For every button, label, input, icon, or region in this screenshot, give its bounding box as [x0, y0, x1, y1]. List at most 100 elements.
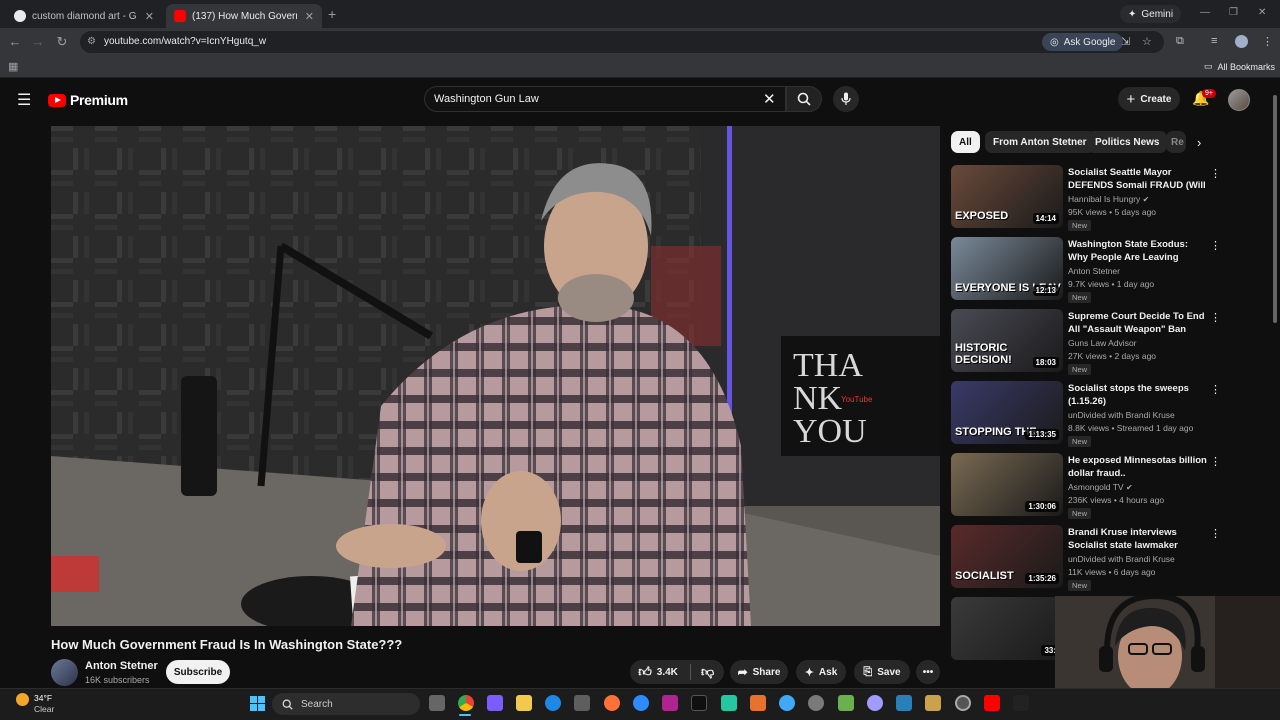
task-view-icon[interactable]: [429, 695, 445, 711]
bookmark-star-icon[interactable]: ☆: [1142, 35, 1152, 48]
video-thumbnail[interactable]: 1:30:06: [951, 453, 1063, 516]
more-vertical-icon[interactable]: ⋮: [1210, 167, 1221, 180]
browser-tab-youtube[interactable]: (137) How Much Government F ✕: [166, 4, 322, 28]
apps-grid-icon[interactable]: ▦: [8, 60, 18, 73]
chip-politics-news[interactable]: Politics News: [1087, 131, 1168, 153]
firefox-taskbar-icon[interactable]: [604, 695, 620, 711]
account-avatar[interactable]: [1228, 89, 1250, 111]
new-tab-button[interactable]: +: [328, 6, 336, 22]
edge-taskbar-icon[interactable]: [545, 695, 561, 711]
recommendation-card[interactable]: HISTORIC DECISION! 18:03 Supreme Court D…: [951, 309, 1221, 375]
weather-moon-icon[interactable]: [16, 693, 29, 706]
restore-window-button[interactable]: ❐: [1229, 7, 1238, 18]
messenger-taskbar-icon[interactable]: [633, 695, 649, 711]
ask-button[interactable]: ✦ Ask: [796, 660, 846, 684]
extensions-icon[interactable]: ⧉: [1176, 35, 1184, 48]
video-thumbnail[interactable]: EVERYONE IS LEAV 12:13: [951, 237, 1063, 300]
video-thumbnail[interactable]: SOCIALIST 1:35:26: [951, 525, 1063, 588]
taskbar-search-box[interactable]: Search: [272, 693, 420, 715]
reading-list-icon[interactable]: ≡: [1211, 35, 1217, 47]
browser-menu-icon[interactable]: ⋮: [1262, 35, 1273, 48]
hamburger-menu-icon[interactable]: ☰: [17, 90, 31, 110]
install-app-icon[interactable]: ⇲: [1121, 35, 1130, 48]
weather-temperature[interactable]: 34°F: [34, 693, 52, 703]
scrollbar-thumb[interactable]: [1273, 95, 1277, 323]
app-circle-taskbar-icon[interactable]: [955, 695, 971, 711]
close-tab-icon[interactable]: ✕: [145, 10, 154, 23]
chip-from-channel[interactable]: From Anton Stetner: [985, 131, 1095, 153]
windows-start-icon[interactable]: [250, 696, 265, 711]
recommendation-title[interactable]: Supreme Court Decide To End All "Assault…: [1068, 310, 1208, 336]
site-info-icon[interactable]: ⚙: [87, 36, 96, 47]
recommendation-channel[interactable]: unDivided with Brandi Kruse: [1068, 554, 1175, 564]
chip-all[interactable]: All: [951, 131, 980, 153]
recommendation-card[interactable]: SOCIALIST 1:35:26 Brandi Kruse interview…: [951, 525, 1221, 591]
forward-arrow-icon[interactable]: →: [30, 34, 46, 49]
app-blue-taskbar-icon[interactable]: [779, 695, 795, 711]
copilot-taskbar-icon[interactable]: [487, 695, 503, 711]
recommendation-title[interactable]: Socialist Seattle Mayor DEFENDS Somali F…: [1068, 166, 1208, 192]
recommendation-card[interactable]: STOPPING THE 1:13:35 Socialist stops the…: [951, 381, 1221, 447]
file-explorer-icon[interactable]: [516, 695, 532, 711]
reload-icon[interactable]: ↻: [54, 34, 70, 50]
close-tab-icon[interactable]: ✕: [305, 10, 314, 23]
recommendation-card[interactable]: EVERYONE IS LEAV 12:13 Washington State …: [951, 237, 1221, 303]
recommendation-title[interactable]: Brandi Kruse interviews Socialist state …: [1068, 526, 1208, 552]
video-thumbnail[interactable]: 33:: [951, 597, 1063, 660]
browser-tab-google[interactable]: custom diamond art - Google S ✕: [6, 4, 162, 28]
thumbs-down-icon[interactable]: 👎︎: [691, 664, 724, 680]
app-orange-taskbar-icon[interactable]: [750, 695, 766, 711]
app-green-taskbar-icon[interactable]: [721, 695, 737, 711]
more-actions-button[interactable]: •••: [916, 660, 940, 684]
video-thumbnail[interactable]: EXPOSED 14:14: [951, 165, 1063, 228]
more-vertical-icon[interactable]: ⋮: [1210, 455, 1221, 468]
store-taskbar-icon[interactable]: [574, 695, 590, 711]
profile-avatar[interactable]: [1235, 35, 1248, 48]
youtube-taskbar-icon[interactable]: [984, 695, 1000, 711]
search-input-value[interactable]: Washington Gun Law: [434, 93, 539, 105]
create-button[interactable]: + Create: [1118, 87, 1180, 111]
recommendation-channel[interactable]: Asmongold TV ✔: [1068, 482, 1133, 492]
chevron-right-icon[interactable]: ›: [1197, 135, 1201, 150]
weather-condition[interactable]: Clear: [34, 704, 54, 714]
ask-google-button[interactable]: ◎ Ask Google: [1042, 33, 1124, 51]
recommendation-channel[interactable]: Hannibal Is Hungry ✔: [1068, 194, 1149, 204]
more-vertical-icon[interactable]: ⋮: [1210, 311, 1221, 324]
recommendation-title[interactable]: He exposed Minnesotas billion dollar fra…: [1068, 454, 1208, 480]
back-arrow-icon[interactable]: ←: [7, 34, 23, 49]
recommendation-card[interactable]: EXPOSED 14:14 Socialist Seattle Mayor DE…: [951, 165, 1221, 231]
minimize-window-button[interactable]: —: [1200, 7, 1210, 18]
app-gray-taskbar-icon[interactable]: [808, 695, 824, 711]
terminal-taskbar-icon[interactable]: [691, 695, 707, 711]
voice-search-button[interactable]: [833, 86, 859, 112]
channel-avatar[interactable]: [51, 659, 78, 686]
all-bookmarks-button[interactable]: ▭ All Bookmarks: [1204, 61, 1275, 72]
app-violet-taskbar-icon[interactable]: [867, 695, 883, 711]
recommendation-channel[interactable]: Guns Law Advisor: [1068, 338, 1137, 348]
recommendation-title[interactable]: Washington State Exodus: Why People Are …: [1068, 238, 1208, 264]
save-button[interactable]: ⎘ Save: [854, 660, 910, 684]
more-vertical-icon[interactable]: ⋮: [1210, 527, 1221, 540]
media-player-taskbar-icon[interactable]: [1013, 695, 1029, 711]
video-player[interactable]: THA NK YOU YouTube: [51, 126, 940, 626]
url-text[interactable]: youtube.com/watch?v=IcnYHgutq_w: [104, 36, 266, 47]
channel-name[interactable]: Anton Stetner: [85, 660, 158, 672]
youtube-logo[interactable]: Premium: [48, 92, 128, 108]
app-lime-taskbar-icon[interactable]: [838, 695, 854, 711]
video-thumbnail[interactable]: HISTORIC DECISION! 18:03: [951, 309, 1063, 372]
close-window-button[interactable]: ✕: [1258, 7, 1266, 18]
recommendation-card[interactable]: 1:30:06 He exposed Minnesotas billion do…: [951, 453, 1221, 519]
more-vertical-icon[interactable]: ⋮: [1210, 239, 1221, 252]
app-gold-taskbar-icon[interactable]: [925, 695, 941, 711]
video-thumbnail[interactable]: STOPPING THE 1:13:35: [951, 381, 1063, 444]
clear-search-icon[interactable]: ✕: [763, 90, 776, 108]
recommendation-channel[interactable]: Anton Stetner: [1068, 266, 1120, 276]
like-button[interactable]: 👍︎ 3.4K: [630, 664, 686, 680]
p-app-taskbar-icon[interactable]: [662, 695, 678, 711]
gemini-button[interactable]: ✦ Gemini: [1120, 5, 1182, 23]
app-navy-taskbar-icon[interactable]: [896, 695, 912, 711]
subscribe-button[interactable]: Subscribe: [166, 660, 230, 684]
recommendation-title[interactable]: Socialist stops the sweeps (1.15.26): [1068, 382, 1208, 408]
more-vertical-icon[interactable]: ⋮: [1210, 383, 1221, 396]
search-button[interactable]: [786, 86, 822, 112]
